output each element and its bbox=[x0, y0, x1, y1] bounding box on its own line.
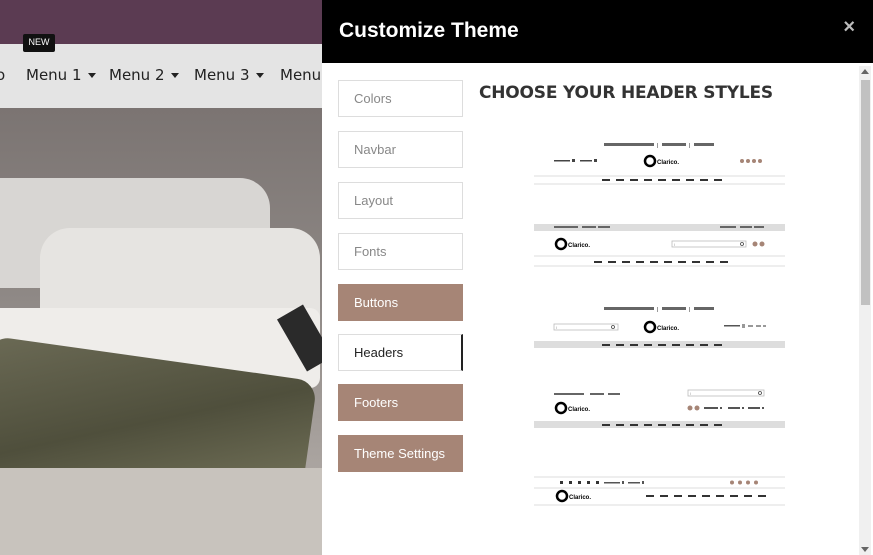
svg-text:Clarico.: Clarico. bbox=[568, 243, 590, 249]
menu-theme-settings-button[interactable]: Theme Settings bbox=[338, 435, 463, 472]
menu-layout-button[interactable]: Layout bbox=[338, 182, 463, 219]
caret-down-icon bbox=[255, 73, 264, 78]
bed-base-shape bbox=[0, 468, 322, 555]
header-style-option-4[interactable]: I Clarico. bbox=[534, 388, 785, 430]
nav-item-partial[interactable]: o bbox=[0, 66, 5, 84]
header-style-preview: I Clarico. bbox=[534, 307, 785, 348]
header-style-preview: Clarico. bbox=[534, 476, 785, 506]
menu-headers-button[interactable]: Headers bbox=[338, 334, 463, 371]
caret-down-icon bbox=[87, 73, 96, 78]
header-style-option-1[interactable]: Clarico. bbox=[534, 138, 785, 186]
header-style-preview: I Clarico. bbox=[534, 389, 785, 428]
header-style-option-3[interactable]: I Clarico. bbox=[534, 305, 785, 351]
modal-title: Customize Theme bbox=[339, 19, 519, 42]
svg-text:Clarico.: Clarico. bbox=[569, 495, 591, 501]
header-style-option-5[interactable]: Clarico. bbox=[534, 476, 785, 508]
svg-text:Clarico.: Clarico. bbox=[657, 160, 679, 166]
svg-text:Clarico.: Clarico. bbox=[568, 407, 590, 413]
menu-footers-button[interactable]: Footers bbox=[338, 384, 463, 421]
menu-colors-button[interactable]: Colors bbox=[338, 80, 463, 117]
customize-theme-modal: Customize Theme × Colors Navbar Layout F… bbox=[322, 0, 873, 555]
scroll-down-arrow-icon[interactable] bbox=[861, 547, 869, 552]
scroll-up-arrow-icon[interactable] bbox=[861, 69, 869, 74]
scrollbar[interactable] bbox=[859, 66, 871, 555]
menu-buttons-button[interactable]: Buttons bbox=[338, 284, 463, 321]
header-style-option-2[interactable]: Clarico. I bbox=[534, 224, 785, 268]
modal-header: Customize Theme × bbox=[322, 0, 873, 63]
close-icon[interactable]: × bbox=[843, 16, 855, 39]
svg-text:I: I bbox=[674, 242, 675, 247]
header-style-preview: Clarico. bbox=[534, 143, 785, 185]
svg-text:Clarico.: Clarico. bbox=[657, 326, 679, 332]
svg-text:I: I bbox=[690, 391, 691, 396]
section-title: CHOOSE YOUR HEADER STYLES bbox=[479, 83, 773, 103]
nav-item-menu-3[interactable]: Menu 3 bbox=[194, 66, 264, 84]
header-style-preview: Clarico. I bbox=[534, 224, 785, 267]
scrollbar-thumb[interactable] bbox=[861, 80, 870, 305]
new-badge: NEW bbox=[23, 34, 55, 52]
nav-item-menu-1[interactable]: Menu 1 bbox=[26, 66, 96, 84]
nav-item-menu-2[interactable]: Menu 2 bbox=[109, 66, 179, 84]
menu-navbar-button[interactable]: Navbar bbox=[338, 131, 463, 168]
svg-text:I: I bbox=[556, 325, 557, 330]
menu-fonts-button[interactable]: Fonts bbox=[338, 233, 463, 270]
caret-down-icon bbox=[170, 73, 179, 78]
